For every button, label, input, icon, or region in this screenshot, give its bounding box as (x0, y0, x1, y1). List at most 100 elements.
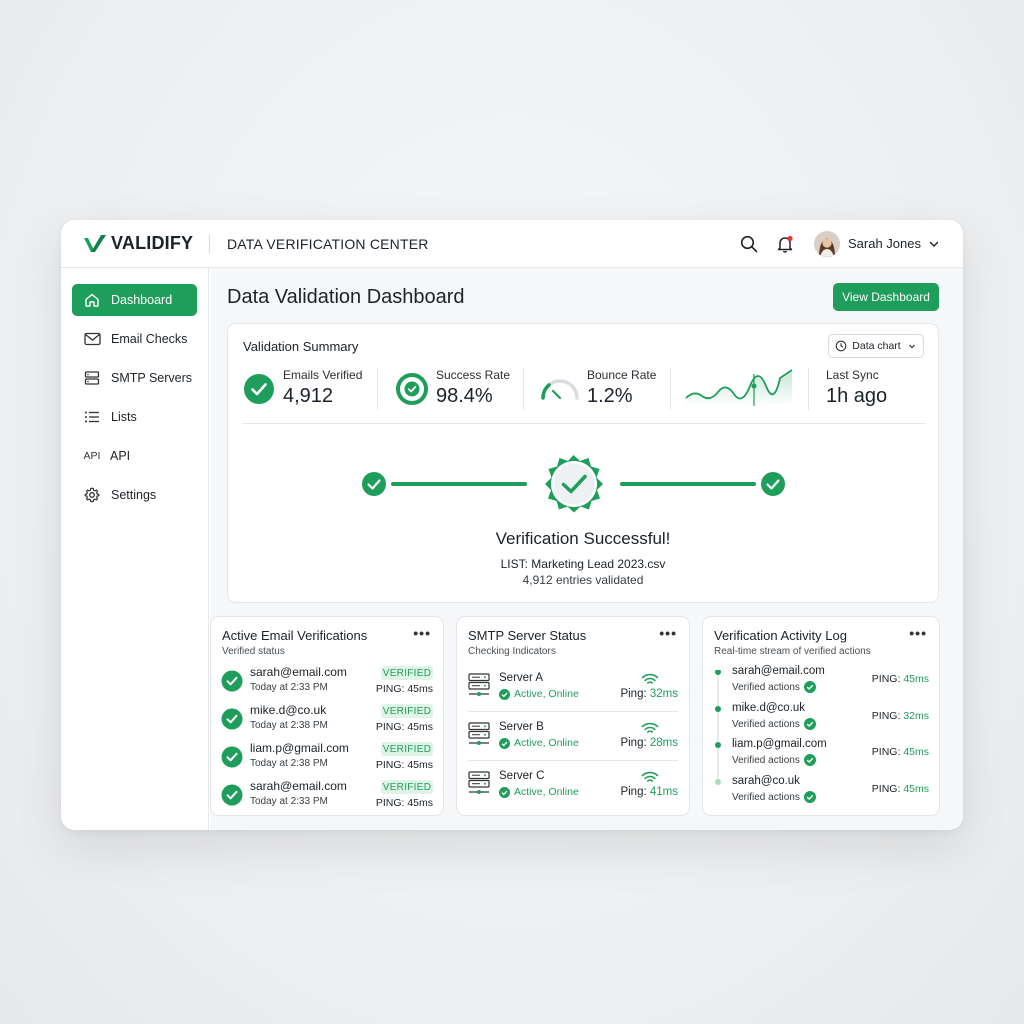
sidebar: Dashboard Email Checks SMTP Servers List… (61, 268, 209, 830)
email-address: mike.d@co.uk (250, 703, 327, 717)
logo-text: VALIDIFY (111, 233, 194, 253)
user-menu[interactable]: Sarah Jones (814, 230, 941, 257)
check-circle-icon (221, 670, 243, 692)
ping-value: 45ms (903, 783, 929, 795)
status-badge: VERIFIED (381, 666, 433, 680)
wifi-icon (641, 771, 659, 782)
list-item[interactable]: liam.p@gmail.com Today at 2:38 PM VERIFI… (211, 741, 443, 775)
sidebar-item-api[interactable]: API API (72, 440, 197, 472)
sidebar-item-settings[interactable]: Settings (72, 479, 197, 511)
ping: PING: 32ms (872, 710, 929, 722)
server-status-text: Active, Online (514, 688, 579, 700)
active-verifications-card: Active Email Verifications Verified stat… (210, 616, 444, 816)
ping-value: PING: 45ms (375, 721, 433, 733)
server-row[interactable]: Server C Active, Online Ping: 41ms (457, 769, 689, 809)
chevron-down-icon (908, 344, 915, 349)
stat-value: 1.2% (587, 385, 633, 407)
view-dashboard-button[interactable]: View Dashboard (833, 283, 939, 311)
home-icon (83, 291, 101, 309)
check-circle-icon (221, 708, 243, 730)
stat-label: Last Sync (826, 368, 879, 382)
validation-summary-card: Validation Summary Data chart Emails Ver… (227, 323, 939, 603)
logo-check-icon (84, 234, 106, 252)
status-badge: VERIFIED (381, 742, 433, 756)
server-rack-icon (468, 673, 490, 696)
bell-icon (777, 235, 793, 253)
timestamp: Today at 2:33 PM (250, 682, 328, 693)
log-entry[interactable]: sarah@email.com Verified actions PING: 4… (703, 665, 939, 699)
user-name: Sarah Jones (848, 236, 921, 251)
server-icon (83, 369, 101, 387)
server-status-text: Active, Online (514, 737, 579, 749)
server-name: Server B (499, 721, 544, 733)
log-entry[interactable]: liam.p@gmail.com Verified actions PING: … (703, 738, 939, 772)
sidebar-item-smtp-servers[interactable]: SMTP Servers (72, 362, 197, 394)
ping-value: 32ms (903, 710, 929, 722)
log-entry[interactable]: mike.d@co.uk Verified actions PING: 32ms (703, 702, 939, 736)
list-icon (83, 408, 101, 426)
ping: PING: 45ms (872, 673, 929, 685)
log-action-text: Verified actions (732, 754, 800, 766)
ping-label: Ping: (620, 737, 647, 749)
chevron-down-icon (929, 241, 939, 247)
check-circle-icon (803, 681, 816, 693)
search-icon (740, 235, 758, 252)
more-options-button[interactable]: ••• (413, 625, 431, 641)
log-entry[interactable]: sarah@co.uk Verified actions PING: 45ms (703, 775, 939, 809)
check-circle-icon (499, 737, 510, 749)
list-item[interactable]: mike.d@co.uk Today at 2:38 PM VERIFIED P… (211, 703, 443, 737)
summary-title: Validation Summary (243, 339, 359, 354)
verification-progress (362, 455, 785, 513)
log-action-text: Verified actions (732, 718, 800, 730)
sidebar-item-lists[interactable]: Lists (72, 401, 197, 433)
server-status: Active, Online (499, 737, 579, 749)
sidebar-item-label: Lists (111, 410, 137, 424)
ping-value: 41ms (649, 786, 678, 798)
ping-label: Ping: (620, 688, 647, 700)
sparkline-chart (685, 369, 793, 406)
sidebar-item-email-checks[interactable]: Email Checks (72, 323, 197, 355)
server-status: Active, Online (499, 688, 579, 700)
stat-label: Success Rate (436, 368, 511, 382)
card-subtitle: Real-time stream of verified actions (714, 646, 871, 657)
app-window: VALIDIFY DATA VERIFICATION CENTER Sarah … (61, 220, 963, 830)
server-name: Server A (499, 672, 544, 684)
server-row[interactable]: Server A Active, Online Ping: 32ms (457, 671, 689, 711)
search-button[interactable] (738, 233, 760, 255)
divider (468, 711, 678, 712)
topbar-divider (209, 234, 210, 253)
card-title: Verification Activity Log (714, 628, 847, 643)
list-item[interactable]: sarah@email.com Today at 2:33 PM VERIFIE… (211, 779, 443, 813)
entries-count: 4,912 entries validated (522, 573, 644, 587)
sidebar-item-dashboard[interactable]: Dashboard (72, 284, 197, 316)
ping-value: PING: 45ms (375, 683, 433, 695)
server-row[interactable]: Server B Active, Online Ping: 28ms (457, 720, 689, 760)
logo[interactable]: VALIDIFY (83, 233, 207, 254)
divider (808, 368, 809, 410)
server-status-text: Active, Online (514, 786, 579, 798)
server-rack-icon (468, 722, 490, 745)
server-name: Server C (499, 770, 545, 782)
card-title: Active Email Verifications (222, 628, 368, 643)
divider (468, 760, 678, 761)
stat-label: Emails Verified (283, 368, 363, 382)
ping-label: Ping: (620, 786, 647, 798)
ping-value: 32ms (649, 688, 678, 700)
sidebar-item-label: Dashboard (111, 293, 173, 307)
more-options-button[interactable]: ••• (909, 625, 927, 641)
ping-label: PING: (871, 746, 901, 758)
card-subtitle: Checking Indicators (468, 646, 556, 657)
ping-value: 28ms (649, 737, 678, 749)
gauge-icon (541, 379, 579, 400)
more-options-button[interactable]: ••• (659, 625, 677, 641)
status-badge: VERIFIED (381, 780, 433, 794)
status-badge: VERIFIED (381, 704, 433, 718)
list-item[interactable]: sarah@email.com Today at 2:33 PM VERIFIE… (211, 665, 443, 699)
stat-value: 1h ago (826, 385, 888, 407)
data-chart-button[interactable]: Data chart (828, 334, 924, 358)
ping-value: PING: 45ms (375, 759, 433, 771)
timestamp: Today at 2:38 PM (250, 720, 328, 731)
server-ping: Ping: 28ms (620, 737, 678, 749)
mail-icon (83, 330, 101, 348)
notifications-button[interactable] (774, 233, 796, 255)
